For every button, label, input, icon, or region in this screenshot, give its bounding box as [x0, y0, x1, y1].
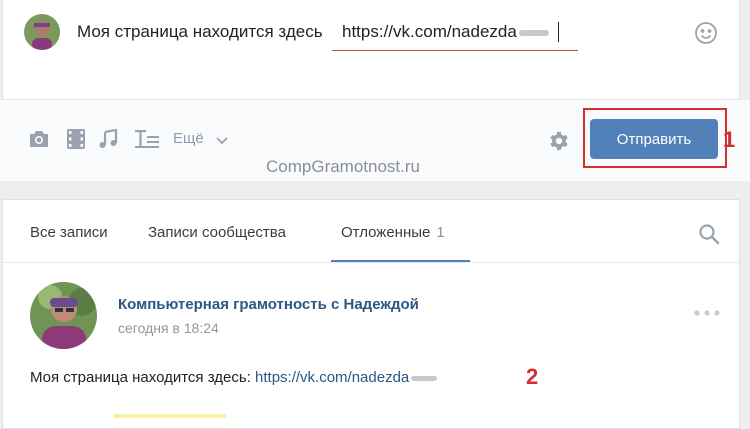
tab-label: Отложенные [341, 224, 431, 241]
post-author-name[interactable]: Компьютерная грамотность с Надеждой [118, 296, 419, 313]
tab-community-posts[interactable]: Записи сообщества [148, 224, 286, 241]
music-icon[interactable] [98, 128, 118, 154]
chevron-down-icon[interactable] [216, 133, 228, 151]
send-button[interactable]: Отправить [590, 119, 718, 159]
text-format-icon[interactable] [135, 129, 159, 154]
composer-message-text[interactable]: Моя страница находится здесь [77, 22, 323, 42]
tab-postponed[interactable]: Отложенные 1 [341, 224, 445, 241]
watermark-text: CompGramotnost.ru [266, 157, 420, 176]
post-timestamp[interactable]: сегодня в 18:24 [118, 320, 219, 336]
more-dots-icon[interactable] [694, 303, 720, 321]
url-underline [332, 50, 578, 51]
composer-avatar[interactable] [24, 14, 60, 50]
smile-icon[interactable] [694, 21, 718, 50]
tab-all-posts[interactable]: Все записи [30, 224, 108, 241]
post-link-text: https://vk.com/nadezda [255, 369, 410, 386]
tabs-divider [3, 262, 740, 263]
redacted-blur [411, 375, 438, 381]
gear-icon[interactable] [548, 130, 570, 157]
post-text: Моя страница находится здесь: https://vk… [30, 369, 438, 386]
post-author-avatar[interactable] [30, 282, 97, 349]
composer-url-text: https://vk.com/nadezda [342, 22, 517, 41]
video-icon[interactable] [67, 129, 85, 154]
redacted-blur [518, 29, 549, 36]
tab-count-badge: 1 [436, 224, 445, 241]
text-cursor [558, 22, 559, 42]
bottom-highlight-strip [114, 414, 226, 418]
more-label[interactable]: Ещё [173, 130, 204, 147]
composer-message-url[interactable]: https://vk.com/nadezda [342, 22, 549, 42]
annotation-number-2: 2 [526, 364, 539, 389]
search-icon[interactable] [698, 223, 720, 250]
camera-icon[interactable] [28, 129, 50, 154]
annotation-number-1: 1 [723, 127, 736, 152]
tab-label: Записи сообщества [148, 224, 286, 241]
post-link[interactable]: https://vk.com/nadezda [255, 369, 438, 386]
tab-label: Все записи [30, 224, 108, 241]
post-text-prefix: Моя страница находится здесь: [30, 369, 251, 386]
